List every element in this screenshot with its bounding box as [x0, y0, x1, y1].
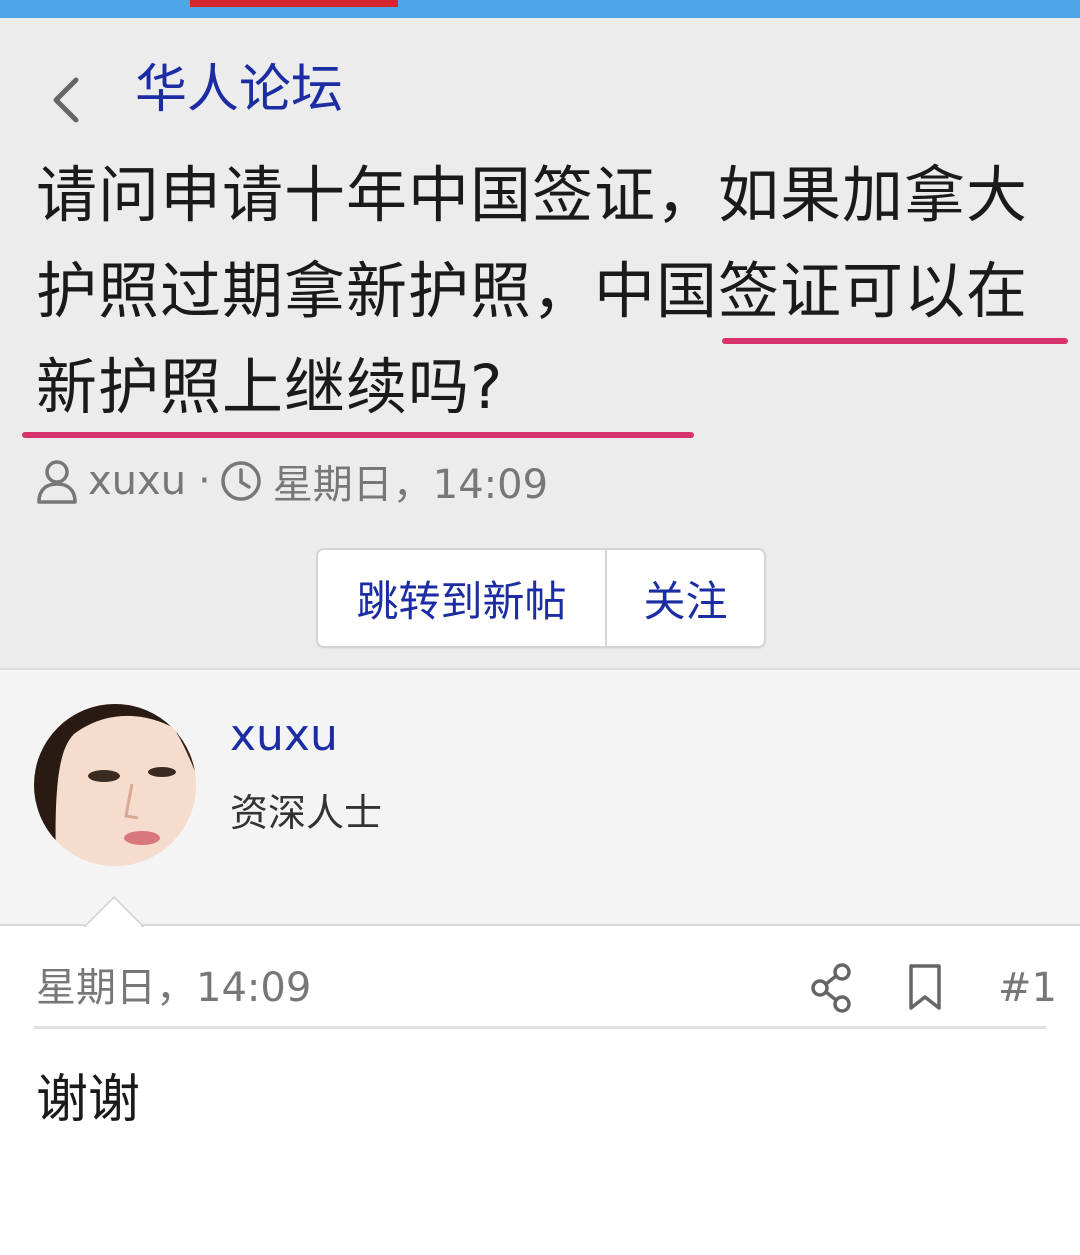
chevron-left-icon — [53, 77, 79, 123]
post-meta-divider — [34, 1026, 1046, 1029]
thread-header: 华人论坛 请问申请十年中国签证，如果加拿大护照过期拿新护照，中国签证可以在新护照… — [0, 18, 1080, 668]
post-author-name[interactable]: xuxu — [230, 710, 338, 761]
thread-actions: 跳转到新帖 关注 — [316, 548, 766, 648]
clock-icon — [221, 461, 261, 501]
post-body: 谢谢 — [36, 1070, 141, 1130]
thread-author[interactable]: xuxu — [88, 458, 186, 504]
highlight-underline-1 — [722, 338, 1068, 344]
post-author-block: xuxu 资深人士 — [0, 670, 1080, 924]
follow-button[interactable]: 关注 — [607, 550, 764, 646]
post-author-rank: 资深人士 — [230, 791, 383, 835]
post-number[interactable]: #1 — [998, 960, 1057, 1016]
thread-title: 请问申请十年中国签证，如果加拿大护照过期拿新护照，中国签证可以在新护照上继续吗? — [36, 148, 1066, 436]
status-bar — [0, 0, 1080, 18]
thread-meta: xuxu · 星期日，14:09 — [36, 453, 548, 509]
back-button[interactable] — [40, 70, 90, 130]
jump-to-new-button[interactable]: 跳转到新帖 — [318, 550, 607, 646]
meta-separator: · — [198, 458, 211, 504]
avatar[interactable] — [34, 704, 196, 866]
post-separator — [0, 924, 1080, 926]
thread-time[interactable]: 星期日，14:09 — [273, 452, 548, 510]
post-time[interactable]: 星期日，14:09 — [36, 960, 311, 1016]
user-icon — [37, 460, 77, 504]
highlight-underline-2 — [22, 432, 694, 438]
share-icon — [811, 963, 851, 1013]
bookmark-button[interactable] — [902, 962, 948, 1014]
share-button[interactable] — [808, 962, 854, 1014]
breadcrumb[interactable]: 华人论坛 — [135, 58, 343, 122]
caret-overlay — [84, 895, 144, 928]
bookmark-icon — [909, 964, 941, 1010]
active-tab-indicator — [190, 0, 398, 7]
avatar-image — [34, 704, 196, 866]
